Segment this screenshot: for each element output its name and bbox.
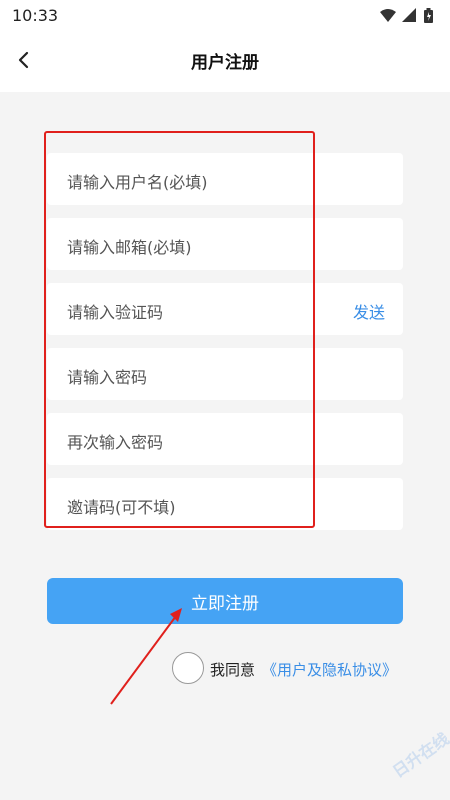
register-button[interactable]: 立即注册 xyxy=(47,578,403,624)
page-title: 用户注册 xyxy=(191,53,259,73)
verification-code-placeholder: 请输入验证码 xyxy=(67,303,164,322)
agreement-link[interactable]: 《用户及隐私协议》 xyxy=(262,659,397,680)
invite-code-placeholder: 邀请码(可不填) xyxy=(67,498,176,517)
email-placeholder: 请输入邮箱(必填) xyxy=(67,238,192,257)
username-field[interactable]: 请输入用户名(必填) xyxy=(47,153,403,205)
username-placeholder: 请输入用户名(必填) xyxy=(67,173,208,192)
confirm-password-placeholder: 再次输入密码 xyxy=(67,433,164,452)
password-field[interactable]: 请输入密码 xyxy=(47,348,403,400)
agreement-text: 我同意 xyxy=(210,661,256,679)
annotation-arrow xyxy=(110,608,182,705)
send-code-button[interactable]: 发送 xyxy=(353,299,385,323)
status-bar: 10:33 xyxy=(0,0,450,30)
invite-code-field[interactable]: 邀请码(可不填) xyxy=(47,478,403,530)
battery-icon xyxy=(424,8,433,23)
verification-code-field[interactable]: 请输入验证码 发送 xyxy=(47,283,403,335)
agreement-checkbox[interactable] xyxy=(172,652,204,684)
email-field[interactable]: 请输入邮箱(必填) xyxy=(47,218,403,270)
signal-icon xyxy=(402,8,416,22)
wifi-icon xyxy=(380,9,396,22)
status-icons xyxy=(378,7,440,23)
nav-bar: 用户注册 xyxy=(0,30,450,92)
password-placeholder: 请输入密码 xyxy=(67,368,148,387)
watermark: 日升在线 xyxy=(389,729,450,782)
status-time: 10:33 xyxy=(12,6,59,25)
confirm-password-field[interactable]: 再次输入密码 xyxy=(47,413,403,465)
